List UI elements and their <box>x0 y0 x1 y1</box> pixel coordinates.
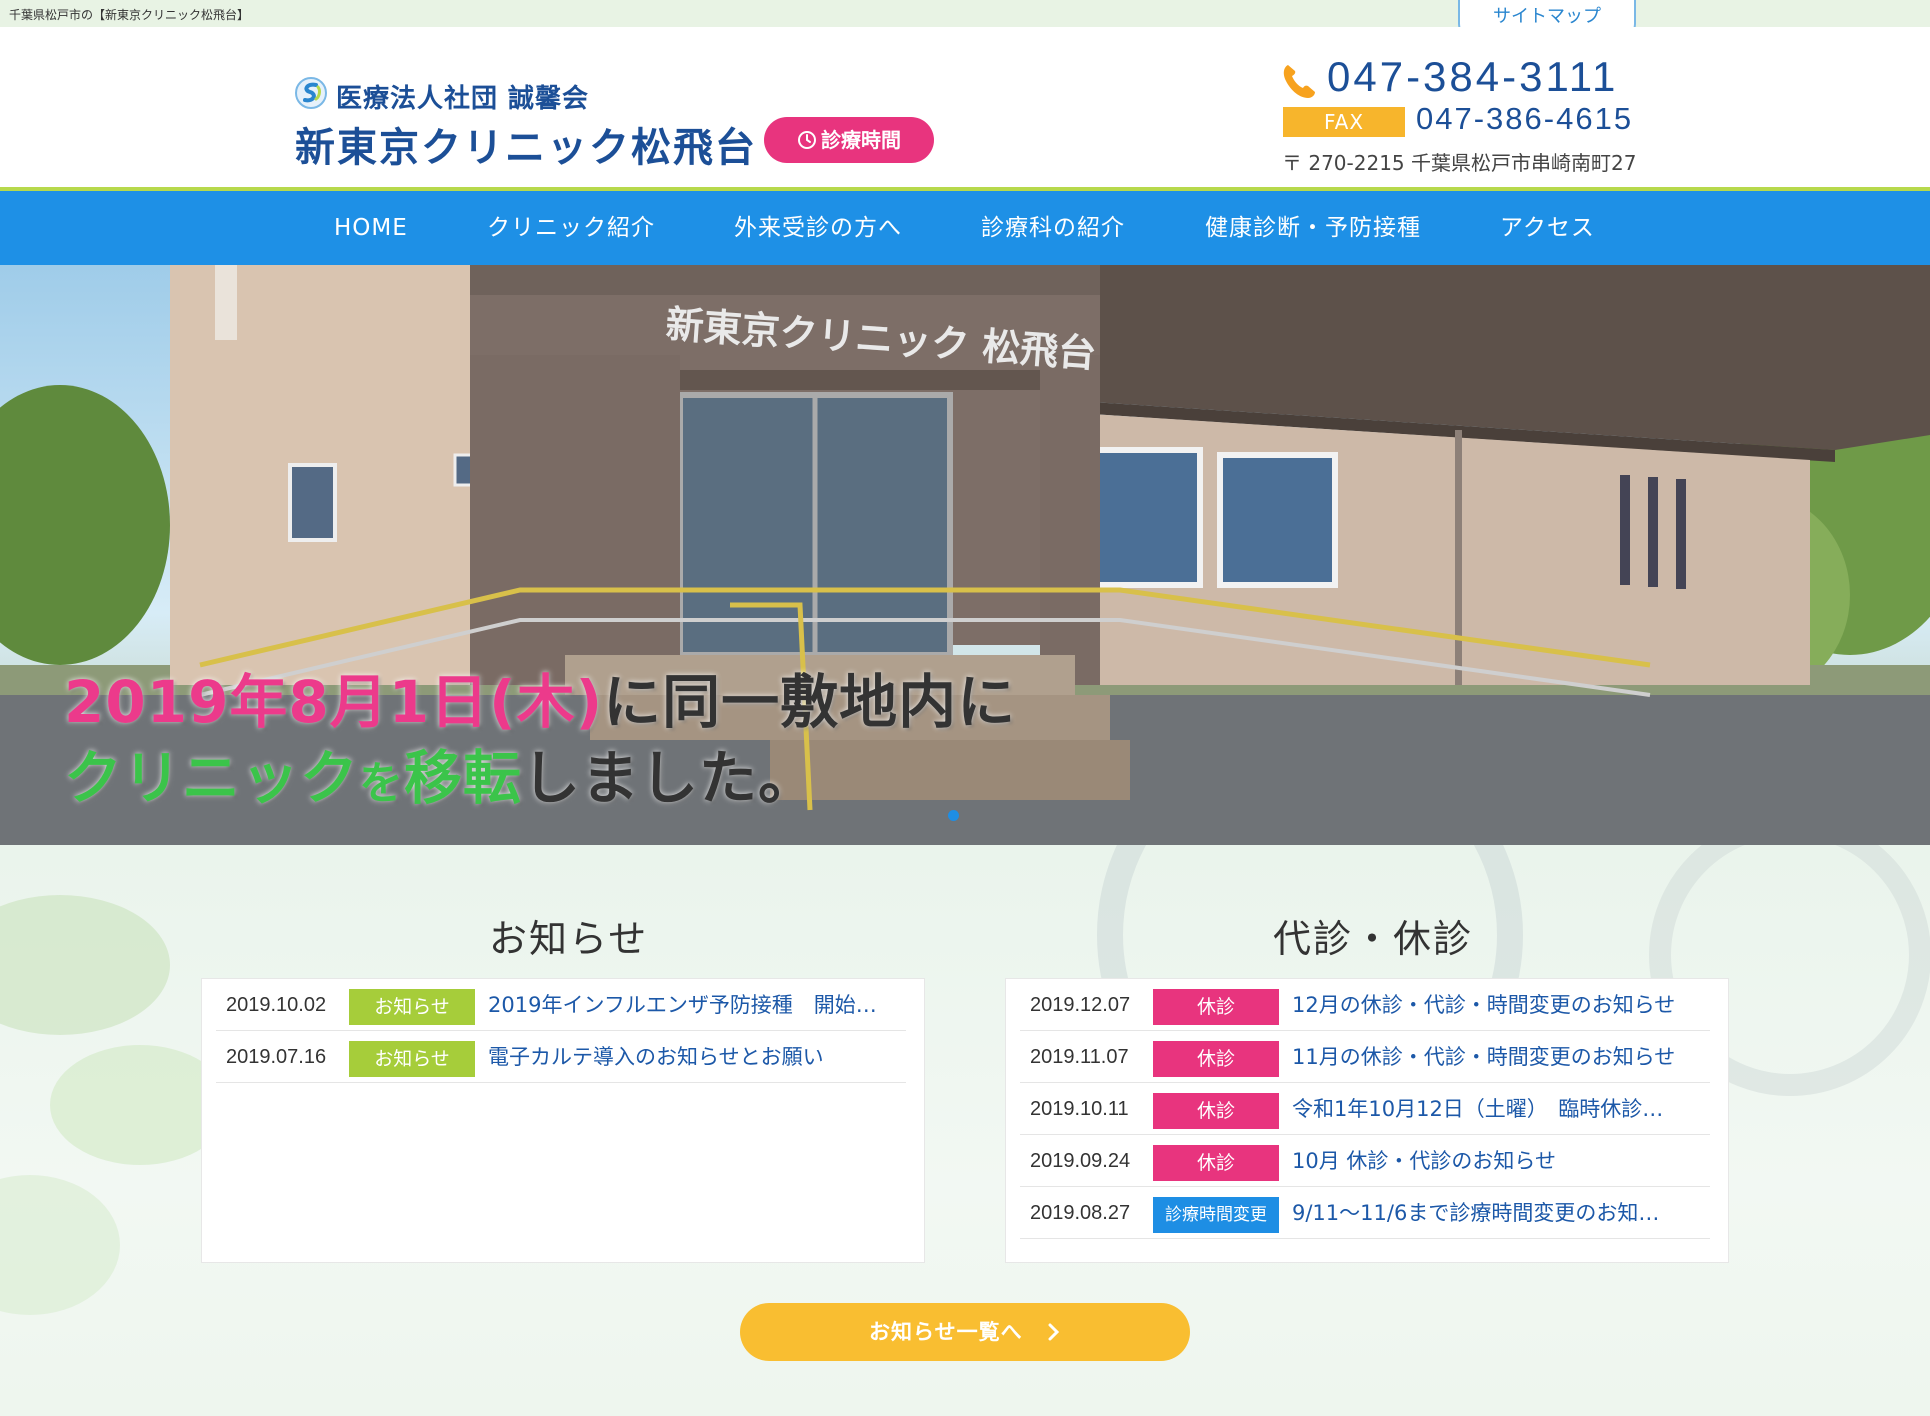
news-panel: 2019.10.02 お知らせ 2019年インフルエンザ予防接種 開始… 201… <box>201 978 925 1263</box>
site-header: 医療法人社団 誠馨会 新東京クリニック松飛台 診療時間 047-384-3111… <box>0 27 1930 187</box>
closure-link[interactable]: 12月の休診・代診・時間変更のお知らせ <box>1292 979 1675 1031</box>
nav-item-access[interactable]: アクセス <box>1500 191 1595 265</box>
news-link[interactable]: 電子カルテ導入のお知らせとお願い <box>488 1031 824 1083</box>
closure-date: 2019.11.07 <box>1030 1046 1129 1068</box>
closure-date: 2019.12.07 <box>1030 994 1131 1016</box>
top-strip: 千葉県松戸市の【新東京クリニック松飛台】 <box>0 0 1930 27</box>
category-badge: 休診 <box>1153 1145 1279 1181</box>
news-section: お知らせ 2019.10.02 お知らせ 2019年インフルエンザ予防接種 開始… <box>0 845 1930 1416</box>
closures-title: 代診・休診 <box>1273 917 1474 961</box>
hero-headline-line1: 2019年8月1日(木)に同一敷地内に <box>64 668 1017 736</box>
main-nav: HOME クリニック紹介 外来受診の方へ 診療科の紹介 健康診断・予防接種 アク… <box>0 191 1930 265</box>
category-badge: 休診 <box>1153 1093 1279 1129</box>
list-item: 2019.12.07 休診 12月の休診・代診・時間変更のお知らせ <box>1020 979 1710 1031</box>
chevron-right-icon <box>1048 1323 1060 1341</box>
list-item: 2019.10.11 休診 令和1年10月12日（土曜） 臨時休診… <box>1020 1083 1710 1135</box>
fax-number: 047-386-4615 <box>1416 101 1634 136</box>
list-item: 2019.11.07 休診 11月の休診・代診・時間変更のお知らせ <box>1020 1031 1710 1083</box>
closure-link[interactable]: 9/11～11/6まで診療時間変更のお知… <box>1292 1187 1659 1239</box>
seo-caption: 千葉県松戸市の【新東京クリニック松飛台】 <box>9 8 250 22</box>
closure-link[interactable]: 10月 休診・代診のお知らせ <box>1292 1135 1556 1187</box>
nav-item-home[interactable]: HOME <box>334 191 408 265</box>
hero-headline-line2: クリニックを移転しました。 <box>64 744 818 812</box>
phone-number[interactable]: 047-384-3111 <box>1327 53 1618 101</box>
nav-item-departments[interactable]: 診療科の紹介 <box>981 191 1125 265</box>
category-badge: お知らせ <box>349 1041 475 1077</box>
list-item: 2019.07.16 お知らせ 電子カルテ導入のお知らせとお願い <box>216 1031 906 1083</box>
news-link[interactable]: 2019年インフルエンザ予防接種 開始… <box>488 979 877 1031</box>
nav-item-checkup-vaccination[interactable]: 健康診断・予防接種 <box>1205 191 1421 265</box>
closure-date: 2019.08.27 <box>1030 1202 1131 1224</box>
news-date: 2019.10.02 <box>226 994 327 1016</box>
phone-icon <box>1283 65 1315 98</box>
clinic-name-logo[interactable]: 新東京クリニック松飛台 <box>295 115 757 173</box>
nav-item-clinic-intro[interactable]: クリニック紹介 <box>487 191 655 265</box>
list-item: 2019.09.24 休診 10月 休診・代診のお知らせ <box>1020 1135 1710 1187</box>
news-list-button[interactable]: お知らせ一覧へ <box>740 1303 1190 1361</box>
closure-link[interactable]: 令和1年10月12日（土曜） 臨時休診… <box>1292 1083 1663 1135</box>
category-badge: 診療時間変更 <box>1153 1197 1279 1233</box>
closure-date: 2019.09.24 <box>1030 1150 1131 1172</box>
list-item: 2019.08.27 診療時間変更 9/11～11/6まで診療時間変更のお知… <box>1020 1187 1710 1239</box>
closures-panel: 2019.12.07 休診 12月の休診・代診・時間変更のお知らせ 2019.1… <box>1005 978 1729 1263</box>
news-title: お知らせ <box>489 917 649 961</box>
list-item: 2019.10.02 お知らせ 2019年インフルエンザ予防接種 開始… <box>216 979 906 1031</box>
closure-date: 2019.10.11 <box>1030 1098 1129 1120</box>
hours-button[interactable]: 診療時間 <box>764 117 934 163</box>
slider-dot[interactable] <box>948 810 959 821</box>
category-badge: 休診 <box>1153 989 1279 1025</box>
news-date: 2019.07.16 <box>226 1046 327 1068</box>
category-badge: 休診 <box>1153 1041 1279 1077</box>
fax-label: FAX <box>1283 107 1405 137</box>
closure-link[interactable]: 11月の休診・代診・時間変更のお知らせ <box>1292 1031 1675 1083</box>
corporation-name: 医療法人社団 誠馨会 <box>336 84 590 114</box>
hero-slider: 新東京クリニック 松飛台 2019年8月1日(木)に同一敷地内に クリニックを移… <box>0 265 1930 845</box>
address: 〒 270-2215 千葉県松戸市串崎南町27 <box>1282 151 1637 175</box>
clock-icon <box>798 131 816 149</box>
nav-item-outpatient[interactable]: 外来受診の方へ <box>734 191 902 265</box>
category-badge: お知らせ <box>349 989 475 1025</box>
news-list-label: お知らせ一覧へ <box>869 1320 1023 1344</box>
clinic-logo-icon <box>295 77 327 109</box>
hours-label: 診療時間 <box>821 128 901 152</box>
